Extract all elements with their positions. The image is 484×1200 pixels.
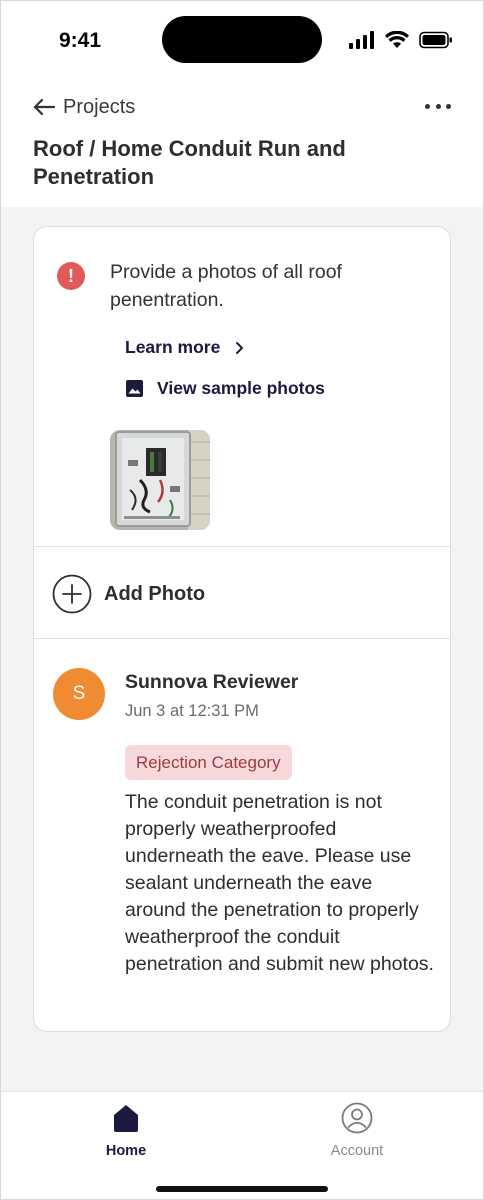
tab-home-label: Home: [105, 1143, 147, 1159]
review-comment: S Sunnova Reviewer Jun 3 at 12:31 PM Rej…: [34, 639, 450, 1031]
reviewer-name: Sunnova Reviewer: [125, 671, 299, 693]
add-photo-label: Add Photo: [104, 582, 206, 605]
wifi-icon: [385, 31, 409, 48]
account-icon: [341, 1102, 373, 1134]
add-photo-row: Add Photo: [34, 547, 450, 639]
task-card: ! Provide a photos of all roof penentrat…: [33, 226, 451, 1032]
tab-home[interactable]: Home: [97, 1102, 155, 1159]
page-header: Projects Roof / Home Conduit Run and Pen…: [1, 79, 483, 207]
instruction-text: Provide a photos of all roof penentratio…: [110, 261, 342, 311]
avatar: S: [53, 668, 105, 720]
learn-more-link[interactable]: Learn more: [125, 337, 244, 358]
task-instructions: ! Provide a photos of all roof penentrat…: [34, 227, 450, 547]
learn-more-label: Learn more: [125, 337, 221, 357]
tab-account-label: Account: [330, 1143, 384, 1159]
battery-icon: [419, 31, 452, 49]
back-label: Projects: [63, 95, 136, 118]
add-photo-button[interactable]: Add Photo: [52, 574, 205, 614]
plus-circle-icon: [52, 574, 92, 614]
status-time: 9:41: [59, 29, 102, 52]
dynamic-island: [162, 16, 322, 63]
review-timestamp: Jun 3 at 12:31 PM: [125, 702, 259, 720]
sample-photo-thumbnail[interactable]: [110, 430, 210, 530]
chevron-right-icon: [236, 341, 244, 354]
home-indicator: [156, 1186, 328, 1192]
arrow-left-icon: [33, 98, 55, 116]
view-sample-photos-link[interactable]: View sample photos: [126, 378, 325, 399]
image-icon: [126, 380, 143, 397]
alert-icon: !: [57, 262, 85, 290]
more-options-icon[interactable]: [425, 99, 451, 113]
page-title: Roof / Home Conduit Run and Penetration: [33, 136, 346, 189]
bottom-nav: Home Account: [1, 1091, 483, 1199]
rejection-category-badge: Rejection Category: [125, 745, 292, 780]
back-button[interactable]: Projects: [33, 93, 135, 121]
review-comment-text: The conduit penetration is not properly …: [125, 791, 434, 975]
tab-account[interactable]: Account: [321, 1102, 393, 1159]
status-bar: 9:41: [1, 1, 483, 79]
home-icon: [114, 1105, 138, 1132]
app-screen: 9:41 Projects Roof / Home Conduit Run an…: [0, 0, 484, 1200]
content-area: ! Provide a photos of all roof penentrat…: [1, 207, 483, 1091]
view-samples-label: View sample photos: [157, 378, 325, 398]
signal-icon: [349, 31, 374, 49]
status-icons: [349, 29, 453, 51]
